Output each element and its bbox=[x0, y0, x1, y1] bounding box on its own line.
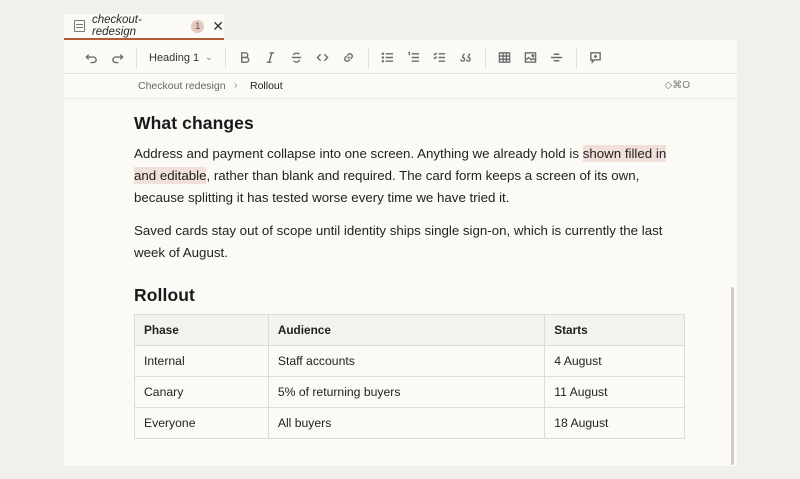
table-cell[interactable]: 18 August bbox=[544, 407, 685, 439]
formatting-toolbar: Heading 1 ⌄ bbox=[64, 42, 737, 74]
italic-icon[interactable] bbox=[258, 46, 284, 70]
image-icon[interactable] bbox=[518, 46, 544, 70]
bold-icon[interactable] bbox=[232, 46, 258, 70]
numbered-list-icon[interactable] bbox=[401, 46, 427, 70]
heading-what-changes: What changes bbox=[134, 113, 254, 133]
tab-checkout-redesign[interactable]: checkout-redesign 1 ✕ bbox=[64, 14, 224, 40]
close-tab-icon[interactable]: ✕ bbox=[212, 19, 224, 33]
outline-shortcut: ◇⌘O bbox=[664, 80, 690, 91]
strikethrough-icon[interactable] bbox=[284, 46, 310, 70]
editor-window: checkout-redesign 1 ✕ Heading 1 ⌄ Checko… bbox=[64, 14, 737, 466]
breadcrumb-separator: › bbox=[234, 79, 238, 91]
divider-icon[interactable] bbox=[544, 46, 570, 70]
table-cell[interactable]: 5% of returning buyers bbox=[267, 376, 546, 408]
tab-title: checkout-redesign bbox=[91, 14, 142, 38]
toolbar-divider bbox=[367, 47, 369, 68]
code-icon[interactable] bbox=[310, 46, 336, 70]
toolbar-divider bbox=[136, 47, 137, 68]
checklist-icon[interactable] bbox=[427, 46, 453, 70]
table-cell[interactable]: Everyone bbox=[134, 407, 269, 439]
chevron-down-icon: ⌄ bbox=[205, 52, 213, 62]
table-cell[interactable]: Internal bbox=[134, 345, 269, 377]
document-icon bbox=[74, 20, 85, 32]
table-row: Internal Staff accounts 4 August bbox=[134, 345, 685, 377]
paragraph-text: , rather than blank and required. The ca… bbox=[134, 168, 640, 205]
table-cell[interactable]: Staff accounts bbox=[267, 345, 546, 377]
tab-bar: checkout-redesign 1 ✕ bbox=[64, 14, 737, 40]
table-icon[interactable] bbox=[492, 46, 518, 70]
undo-icon[interactable] bbox=[78, 46, 104, 70]
toolbar-divider bbox=[484, 47, 486, 68]
toolbar-divider bbox=[224, 47, 226, 68]
table-cell[interactable]: 4 August bbox=[544, 345, 685, 377]
heading-rollout: Rollout bbox=[134, 285, 195, 305]
quote-icon[interactable] bbox=[453, 46, 479, 70]
heading-level-select[interactable]: Heading 1 ⌄ bbox=[143, 46, 219, 70]
table-header-row: Phase Audience Starts bbox=[134, 314, 685, 346]
redo-icon[interactable] bbox=[104, 46, 130, 70]
comment-icon[interactable] bbox=[583, 46, 609, 70]
bullet-list-icon[interactable] bbox=[375, 46, 401, 70]
header-starts[interactable]: Starts bbox=[544, 314, 685, 346]
paragraph-text: Address and payment collapse into one sc… bbox=[134, 146, 583, 161]
header-phase[interactable]: Phase bbox=[134, 314, 269, 346]
table-cell[interactable]: All buyers bbox=[267, 407, 546, 439]
rollout-table: Phase Audience Starts Internal Staff acc… bbox=[134, 314, 685, 439]
breadcrumb-parent[interactable]: Checkout redesign bbox=[138, 80, 226, 92]
paragraph-address-payment: Address and payment collapse into one sc… bbox=[134, 143, 689, 209]
breadcrumb: Checkout redesign › Rollout ◇⌘O bbox=[64, 75, 737, 99]
table-row: Canary 5% of returning buyers 11 August bbox=[134, 376, 685, 408]
paragraph-saved-cards: Saved cards stay out of scope until iden… bbox=[134, 223, 663, 260]
heading-level-value: Heading 1 bbox=[149, 51, 200, 64]
vertical-scrollbar[interactable] bbox=[731, 287, 734, 465]
table-cell[interactable]: 11 August bbox=[544, 376, 685, 408]
breadcrumb-current: Rollout bbox=[250, 80, 283, 92]
toolbar-divider bbox=[575, 47, 577, 68]
table-row: Everyone All buyers 18 August bbox=[134, 407, 685, 439]
table-cell[interactable]: Canary bbox=[134, 376, 269, 408]
header-audience[interactable]: Audience bbox=[267, 314, 546, 346]
link-icon[interactable] bbox=[336, 46, 362, 70]
unsaved-count-badge: 1 bbox=[191, 19, 205, 33]
